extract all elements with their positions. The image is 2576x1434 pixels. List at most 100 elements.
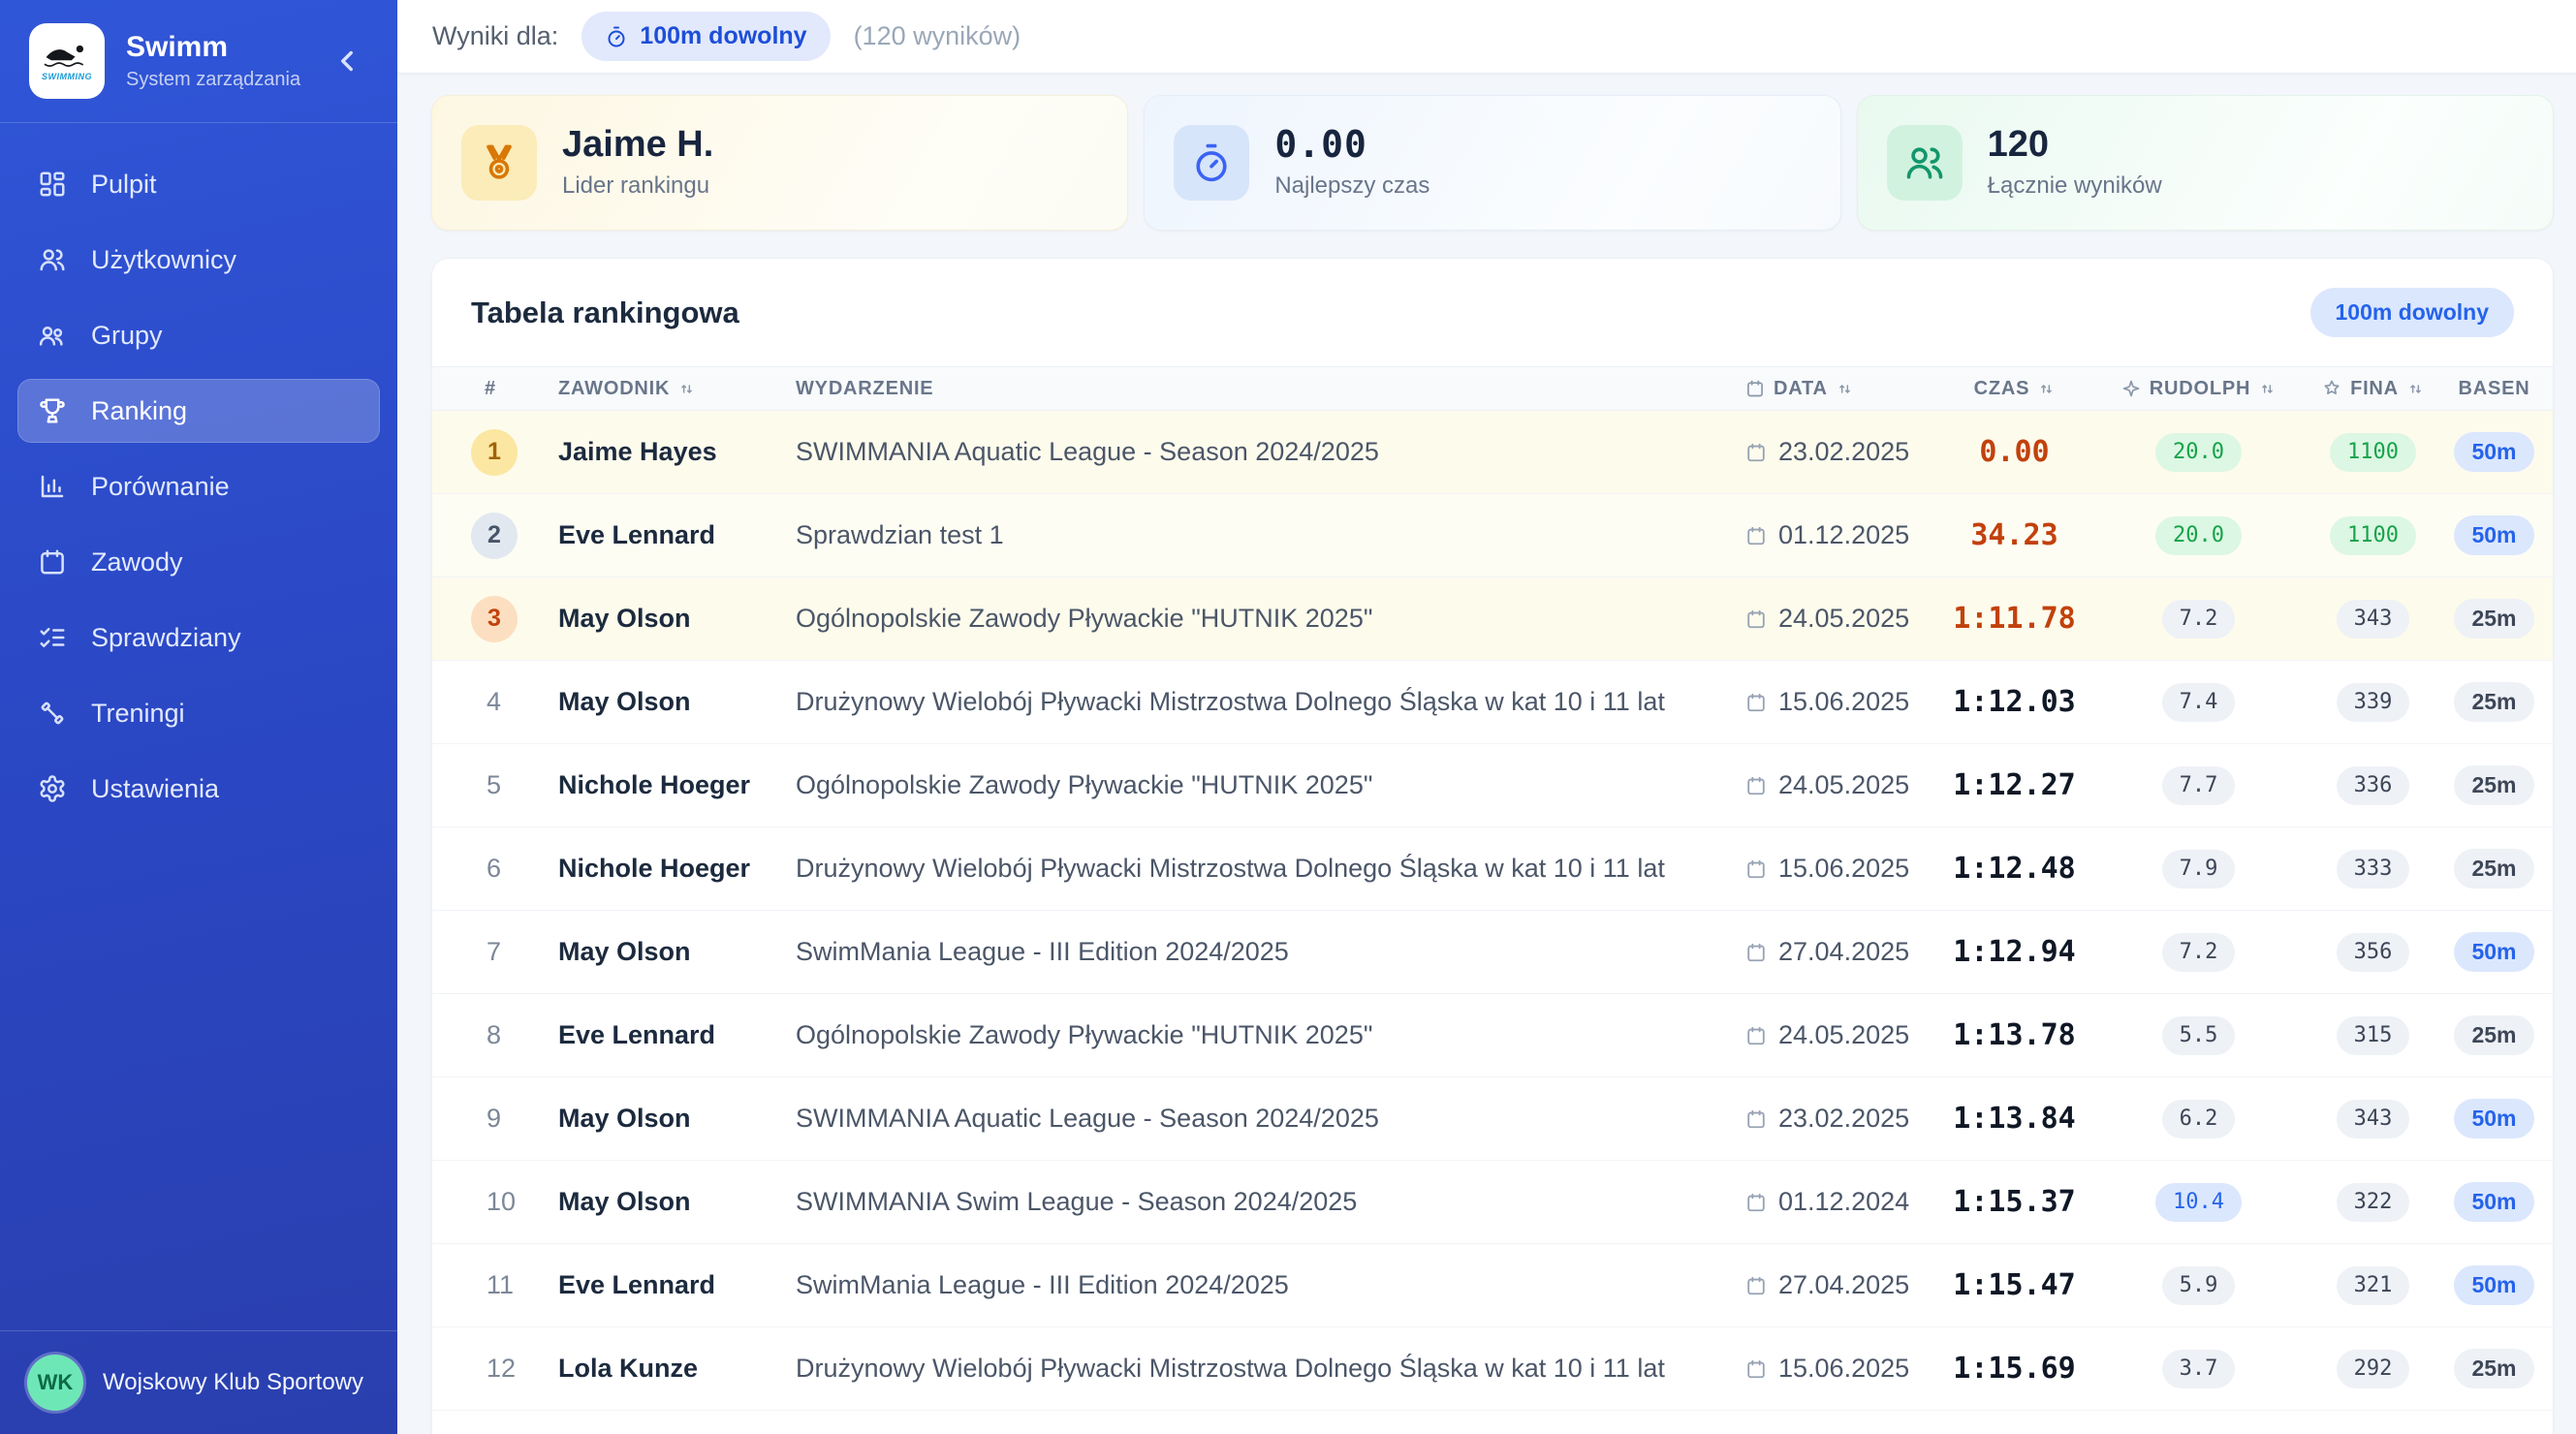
result-date: 27.04.2025 xyxy=(1745,1270,1944,1300)
column-header-rudolph[interactable]: Rudolph xyxy=(2085,378,2312,400)
calendar-icon xyxy=(1745,775,1767,796)
dumbbell-icon xyxy=(37,698,68,729)
sort-icon xyxy=(2038,381,2055,397)
athlete-name: May Olson xyxy=(558,1104,796,1134)
sidebar-item-sprawdziany[interactable]: Sprawdziany xyxy=(17,606,380,670)
column-label: Czas xyxy=(1974,378,2030,400)
sidebar-item-treningi[interactable]: Treningi xyxy=(17,681,380,745)
sidebar-item-ranking[interactable]: Ranking xyxy=(17,379,380,443)
event-name: Ogólnopolskie Zawody Pływackie "HUTNIK 2… xyxy=(796,770,1745,800)
column-label: Basen xyxy=(2458,378,2529,400)
rudolph-score: 7.9 xyxy=(2162,850,2236,888)
date-text: 23.02.2025 xyxy=(1778,1104,1909,1134)
rank-number: 5 xyxy=(471,770,501,799)
pool-cell: 50m xyxy=(2434,432,2553,472)
event-filter-label: 100m dowolny xyxy=(640,22,806,50)
pool-cell: 25m xyxy=(2434,849,2553,888)
athlete-name: Nichole Hoeger xyxy=(558,854,796,884)
calendar-icon xyxy=(1745,525,1767,546)
pool-length: 25m xyxy=(2454,849,2533,888)
sidebar-item-grupy[interactable]: Grupy xyxy=(17,303,380,367)
event-name: Ogólnopolskie Zawody Pływackie "HUTNIK 2… xyxy=(796,604,1745,634)
sidebar-item-pulpit[interactable]: Pulpit xyxy=(17,152,380,216)
sidebar: SWIMMING Swimm System zarządzania Pulpit… xyxy=(0,0,397,1434)
brand-text: Swimm System zarządzania xyxy=(126,31,300,91)
pool-cell: 25m xyxy=(2434,682,2553,722)
rank-cell: 10 xyxy=(471,1187,558,1217)
fina-cell: 321 xyxy=(2312,1266,2434,1305)
result-date: 24.05.2025 xyxy=(1745,604,1944,634)
fina-cell: 1100 xyxy=(2312,433,2434,472)
athlete-name: Nichole Hoeger xyxy=(558,770,796,800)
rank-cell: 7 xyxy=(471,937,558,967)
sidebar-item-label: Użytkownicy xyxy=(91,245,236,275)
event-filter-chip[interactable]: 100m dowolny xyxy=(581,12,830,61)
result-date: 24.05.2025 xyxy=(1745,770,1944,800)
column-header-time[interactable]: Czas xyxy=(1944,378,2085,400)
calendar-icon xyxy=(1745,379,1765,398)
stat-label: Łącznie wyników xyxy=(1988,172,2162,200)
event-name: Ogólnopolskie Zawody Pływackie "HUTNIK 2… xyxy=(796,1020,1745,1050)
result-date: 23.02.2025 xyxy=(1745,1104,1944,1134)
sidebar-item-label: Pulpit xyxy=(91,170,157,200)
rudolph-score: 20.0 xyxy=(2155,516,2242,555)
result-time: 1:15.69 xyxy=(1944,1352,2085,1386)
rank-number: 11 xyxy=(471,1270,514,1299)
sort-icon xyxy=(2259,381,2276,397)
sidebar-item-porownanie[interactable]: Porównanie xyxy=(17,454,380,518)
sidebar-collapse-button[interactable] xyxy=(326,40,368,82)
fina-cell: 292 xyxy=(2312,1350,2434,1388)
result-count: (120 wyników) xyxy=(854,21,1021,51)
sidebar-item-ustawienia[interactable]: Ustawienia xyxy=(17,757,380,821)
sidebar-item-uzytkownicy[interactable]: Użytkownicy xyxy=(17,228,380,292)
fina-points: 322 xyxy=(2337,1183,2410,1222)
swimmer-icon xyxy=(42,42,92,71)
rank-badge: 2 xyxy=(471,513,518,559)
club-switcher[interactable]: WK Wojskowy Klub Sportowy ... xyxy=(0,1330,397,1434)
stat-card-total-results: 120 Łącznie wyników xyxy=(1857,95,2554,231)
calendar-icon xyxy=(1745,1025,1767,1046)
rudolph-score: 6.2 xyxy=(2162,1100,2236,1138)
fina-points: 333 xyxy=(2337,850,2410,888)
stat-body: 0.00Najlepszy czas xyxy=(1274,126,1429,200)
stat-value: Jaime H. xyxy=(562,126,713,165)
result-time: 1:15.37 xyxy=(1944,1185,2085,1219)
fina-cell: 343 xyxy=(2312,1100,2434,1138)
pool-length: 50m xyxy=(2454,1265,2533,1305)
rank-cell: 11 xyxy=(471,1270,558,1300)
result-date: 15.06.2025 xyxy=(1745,1354,1944,1384)
result-time: 1:12.03 xyxy=(1944,685,2085,719)
column-header-date[interactable]: Data xyxy=(1745,378,1944,400)
sort-icon xyxy=(1837,381,1853,397)
rudolph-cell: 20.0 xyxy=(2085,433,2312,472)
fina-cell: 336 xyxy=(2312,766,2434,805)
sidebar-item-label: Ustawienia xyxy=(91,774,219,804)
sidebar-item-zawody[interactable]: Zawody xyxy=(17,530,380,594)
date-text: 24.05.2025 xyxy=(1778,770,1909,800)
column-label: FINA xyxy=(2350,378,2399,400)
fina-points: 336 xyxy=(2337,766,2410,805)
rank-number: 12 xyxy=(471,1354,516,1383)
pool-length: 25m xyxy=(2454,682,2533,722)
table-row-6: 6Nichole HoegerDrużynowy Wielobój Pływac… xyxy=(432,827,2553,911)
stat-value: 120 xyxy=(1988,126,2162,165)
topbar: Wyniki dla: 100m dowolny (120 wyników) xyxy=(397,0,2576,74)
rank-number: 9 xyxy=(471,1104,501,1133)
chevron-left-icon xyxy=(330,45,363,78)
fina-points: 343 xyxy=(2337,1100,2410,1138)
column-header-name[interactable]: Zawodnik xyxy=(558,378,796,400)
column-header-pool: Basen xyxy=(2434,378,2554,400)
event-name: SWIMMANIA Aquatic League - Season 2024/2… xyxy=(796,437,1745,467)
fina-cell: 315 xyxy=(2312,1016,2434,1055)
rank-cell: 4 xyxy=(471,687,558,717)
groups-icon xyxy=(37,320,68,351)
calendar-icon xyxy=(1745,1108,1767,1130)
rudolph-score: 20.0 xyxy=(2155,433,2242,472)
stopwatch-icon xyxy=(605,25,628,48)
stats-row: Jaime H.Lider rankingu0.00Najlepszy czas… xyxy=(431,95,2554,231)
column-header-fina[interactable]: FINA xyxy=(2312,378,2434,400)
rudolph-cell: 20.0 xyxy=(2085,516,2312,555)
rudolph-score: 10.4 xyxy=(2155,1183,2242,1222)
table-row-10: 10May OlsonSWIMMANIA Swim League - Seaso… xyxy=(432,1161,2553,1244)
event-badge: 100m dowolny xyxy=(2310,288,2514,337)
